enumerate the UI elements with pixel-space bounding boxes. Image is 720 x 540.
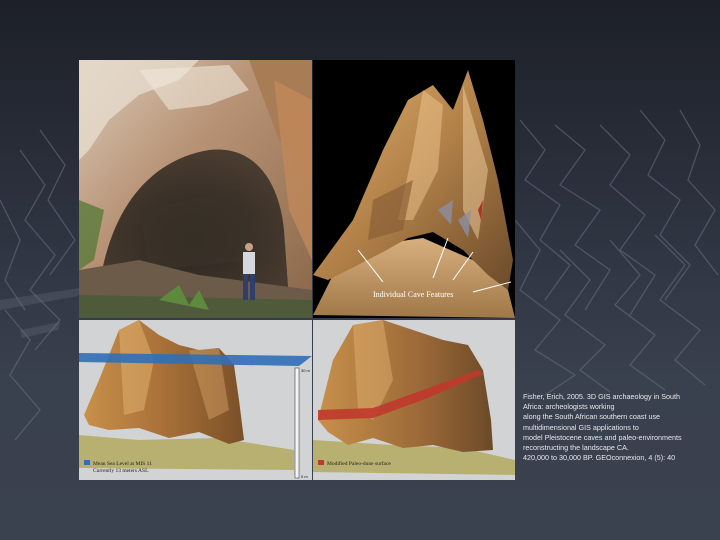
paleo-dune-legend: Modified Paleo-dune surface	[327, 460, 391, 467]
cave-features-label: Individual Cave Features	[373, 290, 453, 299]
caption-line: model Pleistocene caves and paleo-enviro…	[523, 432, 682, 442]
sea-level-legend-swatch	[84, 460, 90, 465]
caption-line: multidimensional GIS applications to	[523, 422, 639, 432]
caption-line: Africa: archeologists working	[523, 402, 615, 412]
paleo-dune-model: Modified Paleo-dune surface	[313, 320, 515, 480]
citation-caption: Fisher, Erich, 2005. 3D GIS archaeology …	[523, 392, 708, 463]
sea-level-model: 30 m 0 m Mean Sea Level at MIS 11 Curren…	[79, 320, 312, 480]
sea-level-legend-line1: Mean Sea Level at MIS 11	[93, 461, 152, 467]
caption-line: reconstructing the landscape CA.	[523, 443, 629, 453]
scale-top-label: 30 m	[301, 368, 311, 373]
caption-line: Fisher, Erich, 2005. 3D GIS archaeology …	[523, 392, 681, 401]
cave-3d-model: Individual Cave Features	[313, 60, 515, 318]
cave-photo	[79, 60, 312, 318]
caption-line: 420,000 to 30,000 BP. GEOconnexion, 4 (5…	[523, 453, 676, 463]
caption-line: along the South African southern coast u…	[523, 412, 661, 422]
paleo-dune-legend-swatch	[318, 460, 324, 465]
scale-bottom-label: 0 m	[301, 474, 308, 479]
sea-level-legend-line2: Currently 13 meters ASL	[93, 468, 149, 474]
